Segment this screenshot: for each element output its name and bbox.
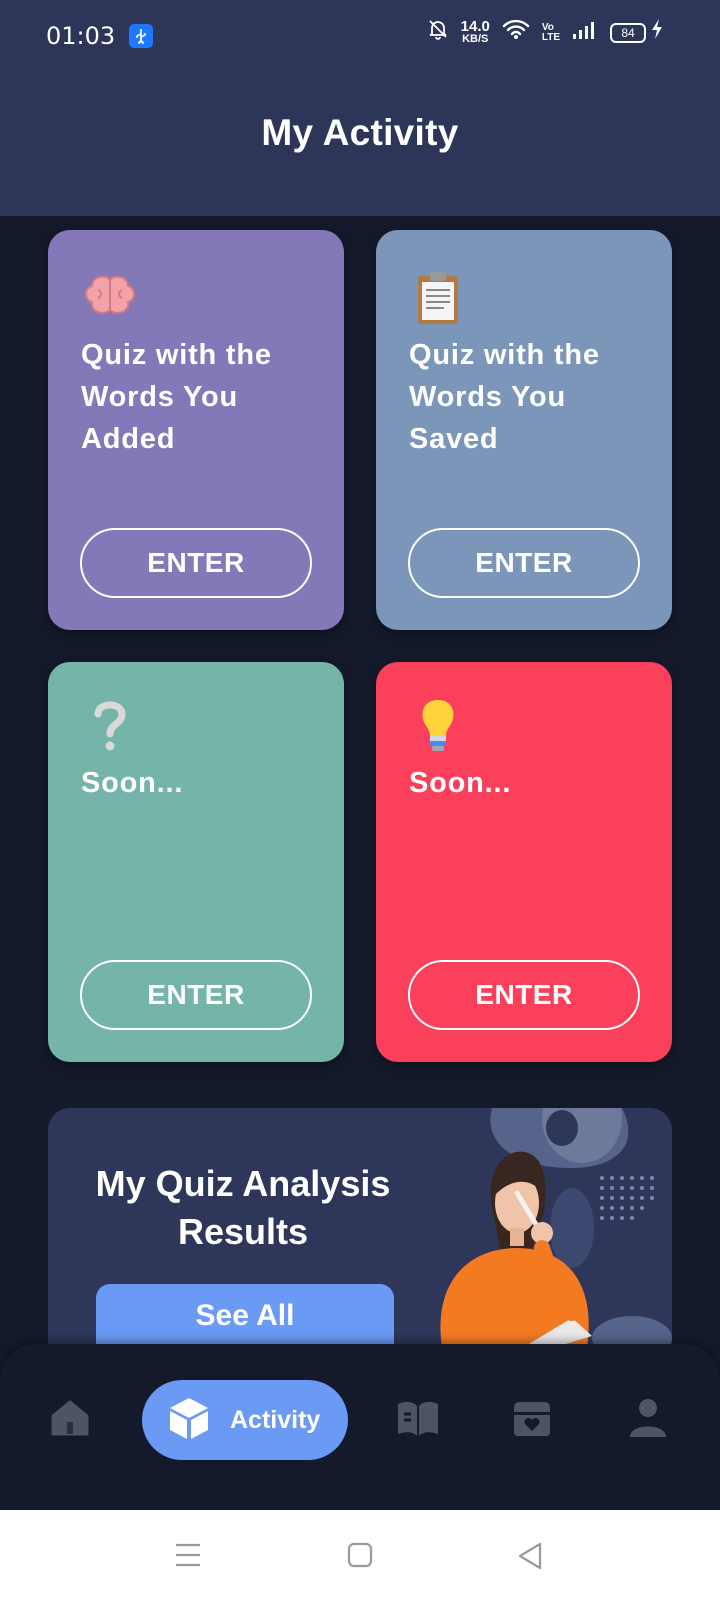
wifi-icon xyxy=(502,18,530,47)
soon-card-question: Soon... ENTER xyxy=(48,662,344,1062)
clipboard-icon xyxy=(408,268,468,328)
net-speed-unit: KB/S xyxy=(462,33,489,45)
card-title: Quiz with the Words You Added xyxy=(81,339,272,455)
cube-icon xyxy=(166,1395,212,1446)
enter-button[interactable]: ENTER xyxy=(80,528,312,598)
quiz-analysis-banner: My Quiz Analysis Results See All xyxy=(48,1108,672,1348)
bottom-navigation: Activity xyxy=(0,1344,720,1510)
home-square-icon[interactable] xyxy=(347,1542,373,1573)
volte-label: Vo xyxy=(541,21,554,33)
folder-heart-icon xyxy=(510,1398,554,1443)
see-all-button[interactable]: See All xyxy=(96,1284,394,1348)
card-title: Quiz with the Words You Saved xyxy=(409,339,600,455)
lte-label: LTE xyxy=(541,31,560,43)
page-title: My Activity xyxy=(261,112,459,153)
charging-icon xyxy=(650,18,664,47)
brain-icon xyxy=(80,268,140,328)
question-mark-icon xyxy=(80,696,140,756)
status-bar: 01:03 14.0 KB/S Vo LTE 84 xyxy=(0,14,720,58)
home-icon xyxy=(49,1398,91,1443)
thinking-woman-illustration xyxy=(422,1108,672,1348)
system-navigation-bar xyxy=(0,1510,720,1600)
soon-card-lightbulb: Soon... ENTER xyxy=(376,662,672,1062)
volte-indicator: Vo LTE xyxy=(541,21,560,43)
nav-saved[interactable] xyxy=(508,1396,556,1444)
card-title: Soon... xyxy=(81,767,184,799)
card-title: Soon... xyxy=(409,767,512,799)
usb-icon xyxy=(129,24,154,48)
nav-dictionary[interactable] xyxy=(394,1396,442,1444)
enter-button[interactable]: ENTER xyxy=(408,960,640,1030)
net-speed-value: 14.0 xyxy=(460,18,490,35)
analysis-title: My Quiz Analysis Results xyxy=(95,1163,391,1252)
enter-button[interactable]: ENTER xyxy=(80,960,312,1030)
user-icon xyxy=(628,1397,668,1444)
nav-activity[interactable]: Activity xyxy=(142,1380,348,1460)
nav-profile[interactable] xyxy=(624,1396,672,1444)
book-icon xyxy=(396,1398,440,1443)
menu-icon[interactable] xyxy=(174,1542,202,1573)
nav-activity-label: Activity xyxy=(230,1405,321,1434)
battery-indicator: 84 xyxy=(610,22,646,43)
back-icon[interactable] xyxy=(516,1542,544,1575)
signal-icon xyxy=(572,19,598,47)
enter-button[interactable]: ENTER xyxy=(408,528,640,598)
quiz-saved-words-card: Quiz with the Words You Saved ENTER xyxy=(376,230,672,630)
light-bulb-icon xyxy=(408,696,468,756)
quiz-added-words-card: Quiz with the Words You Added ENTER xyxy=(48,230,344,630)
nav-home[interactable] xyxy=(46,1396,94,1444)
network-speed: 14.0 KB/S xyxy=(460,18,490,45)
header-area: 01:03 14.0 KB/S Vo LTE 84 My Activity xyxy=(0,0,720,216)
bell-off-icon xyxy=(427,18,449,47)
status-time: 01:03 xyxy=(46,22,116,50)
